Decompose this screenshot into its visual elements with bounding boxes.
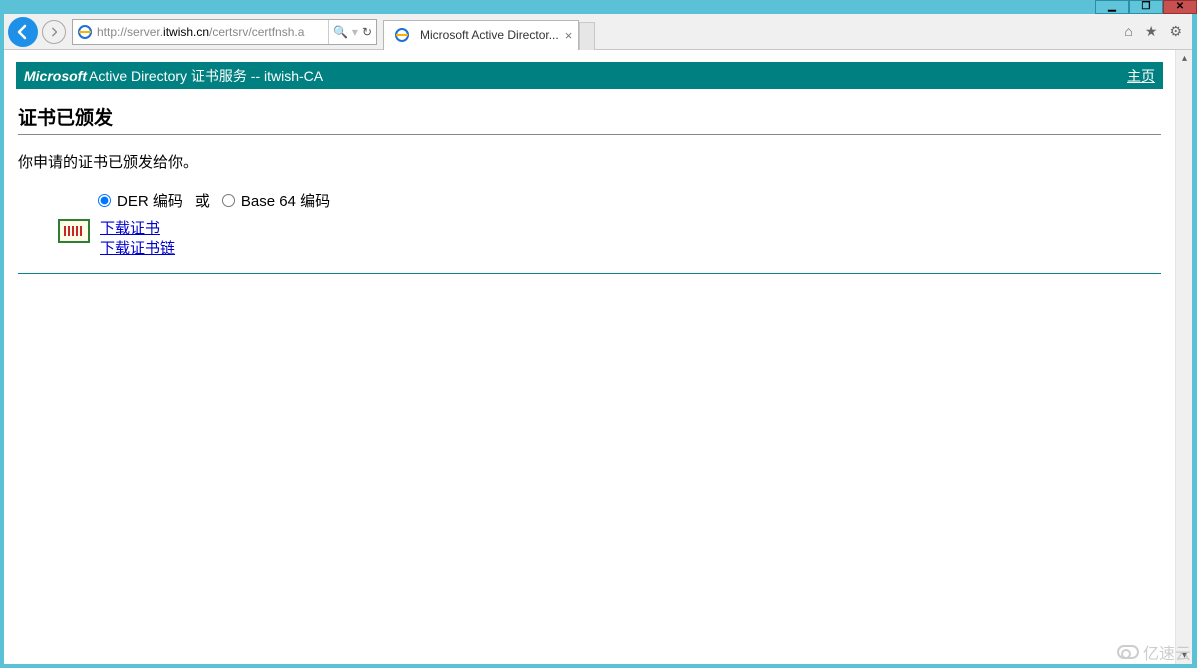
address-bar-actions: 🔍 ▾ ↻: [328, 20, 376, 44]
close-window-button[interactable]: ✕: [1163, 0, 1197, 14]
refresh-icon[interactable]: ↻: [362, 25, 372, 39]
certificate-icon: [58, 219, 90, 243]
new-tab-button[interactable]: [579, 22, 595, 50]
minimize-button[interactable]: ▁: [1095, 0, 1129, 14]
home-link[interactable]: 主页: [1127, 66, 1155, 86]
forward-button[interactable]: [42, 20, 66, 44]
tab-title: Microsoft Active Director...: [420, 28, 559, 42]
back-button[interactable]: [8, 17, 38, 47]
arrow-left-icon: [15, 24, 31, 40]
page-content: Microsoft Active Directory 证书服务 -- itwis…: [4, 50, 1175, 664]
encoding-options: DER 编码 或 Base 64 编码: [18, 190, 1161, 211]
browser-tab[interactable]: Microsoft Active Director... ×: [383, 20, 579, 50]
brand-label: Microsoft: [24, 68, 87, 84]
footer-divider: [18, 273, 1161, 274]
scrollbar[interactable]: ▴ ▾: [1175, 50, 1192, 664]
search-icon[interactable]: 🔍: [333, 25, 348, 39]
browser-toolbar: http://server.itwish.cn/certsrv/certfnsh…: [4, 14, 1192, 50]
arrow-right-icon: [49, 27, 59, 37]
download-chain-link[interactable]: 下载证书链: [100, 239, 175, 259]
base64-radio[interactable]: [222, 194, 235, 207]
home-icon[interactable]: ⌂: [1124, 23, 1132, 40]
watermark-text: 亿速云: [1143, 640, 1191, 664]
watermark: 亿速云: [1117, 640, 1191, 664]
maximize-button[interactable]: ❐: [1129, 0, 1163, 14]
der-radio[interactable]: [98, 194, 111, 207]
page-header-bar: Microsoft Active Directory 证书服务 -- itwis…: [16, 62, 1163, 89]
download-row: 下载证书 下载证书链: [18, 219, 1161, 259]
close-tab-icon[interactable]: ×: [565, 28, 573, 43]
or-label: 或: [195, 190, 210, 211]
browser-viewport: ▴ ▾ Microsoft Active Directory 证书服务 -- i…: [4, 50, 1192, 664]
scroll-up-icon[interactable]: ▴: [1176, 50, 1193, 67]
browser-tool-icons: ⌂ ★ ⚙: [1124, 23, 1192, 40]
ie-icon: [77, 24, 93, 40]
der-label: DER 编码: [117, 190, 183, 211]
divider: [18, 134, 1161, 135]
base64-label: Base 64 编码: [241, 190, 330, 211]
ie-icon: [394, 27, 410, 43]
window-caption-buttons: ▁ ❐ ✕: [1095, 0, 1197, 14]
watermark-logo-icon: [1117, 645, 1139, 659]
dropdown-icon[interactable]: ▾: [352, 25, 358, 39]
address-bar[interactable]: http://server.itwish.cn/certsrv/certfnsh…: [72, 19, 377, 45]
page-title: 证书已颁发: [18, 103, 1161, 130]
service-label: Active Directory 证书服务 -- itwish-CA: [89, 66, 323, 86]
url-text: http://server.itwish.cn/certsrv/certfnsh…: [97, 25, 328, 39]
favorites-icon[interactable]: ★: [1145, 23, 1158, 40]
issued-message: 你申请的证书已颁发给你。: [18, 151, 1161, 172]
download-cert-link[interactable]: 下载证书: [100, 219, 175, 239]
settings-gear-icon[interactable]: ⚙: [1169, 23, 1182, 40]
